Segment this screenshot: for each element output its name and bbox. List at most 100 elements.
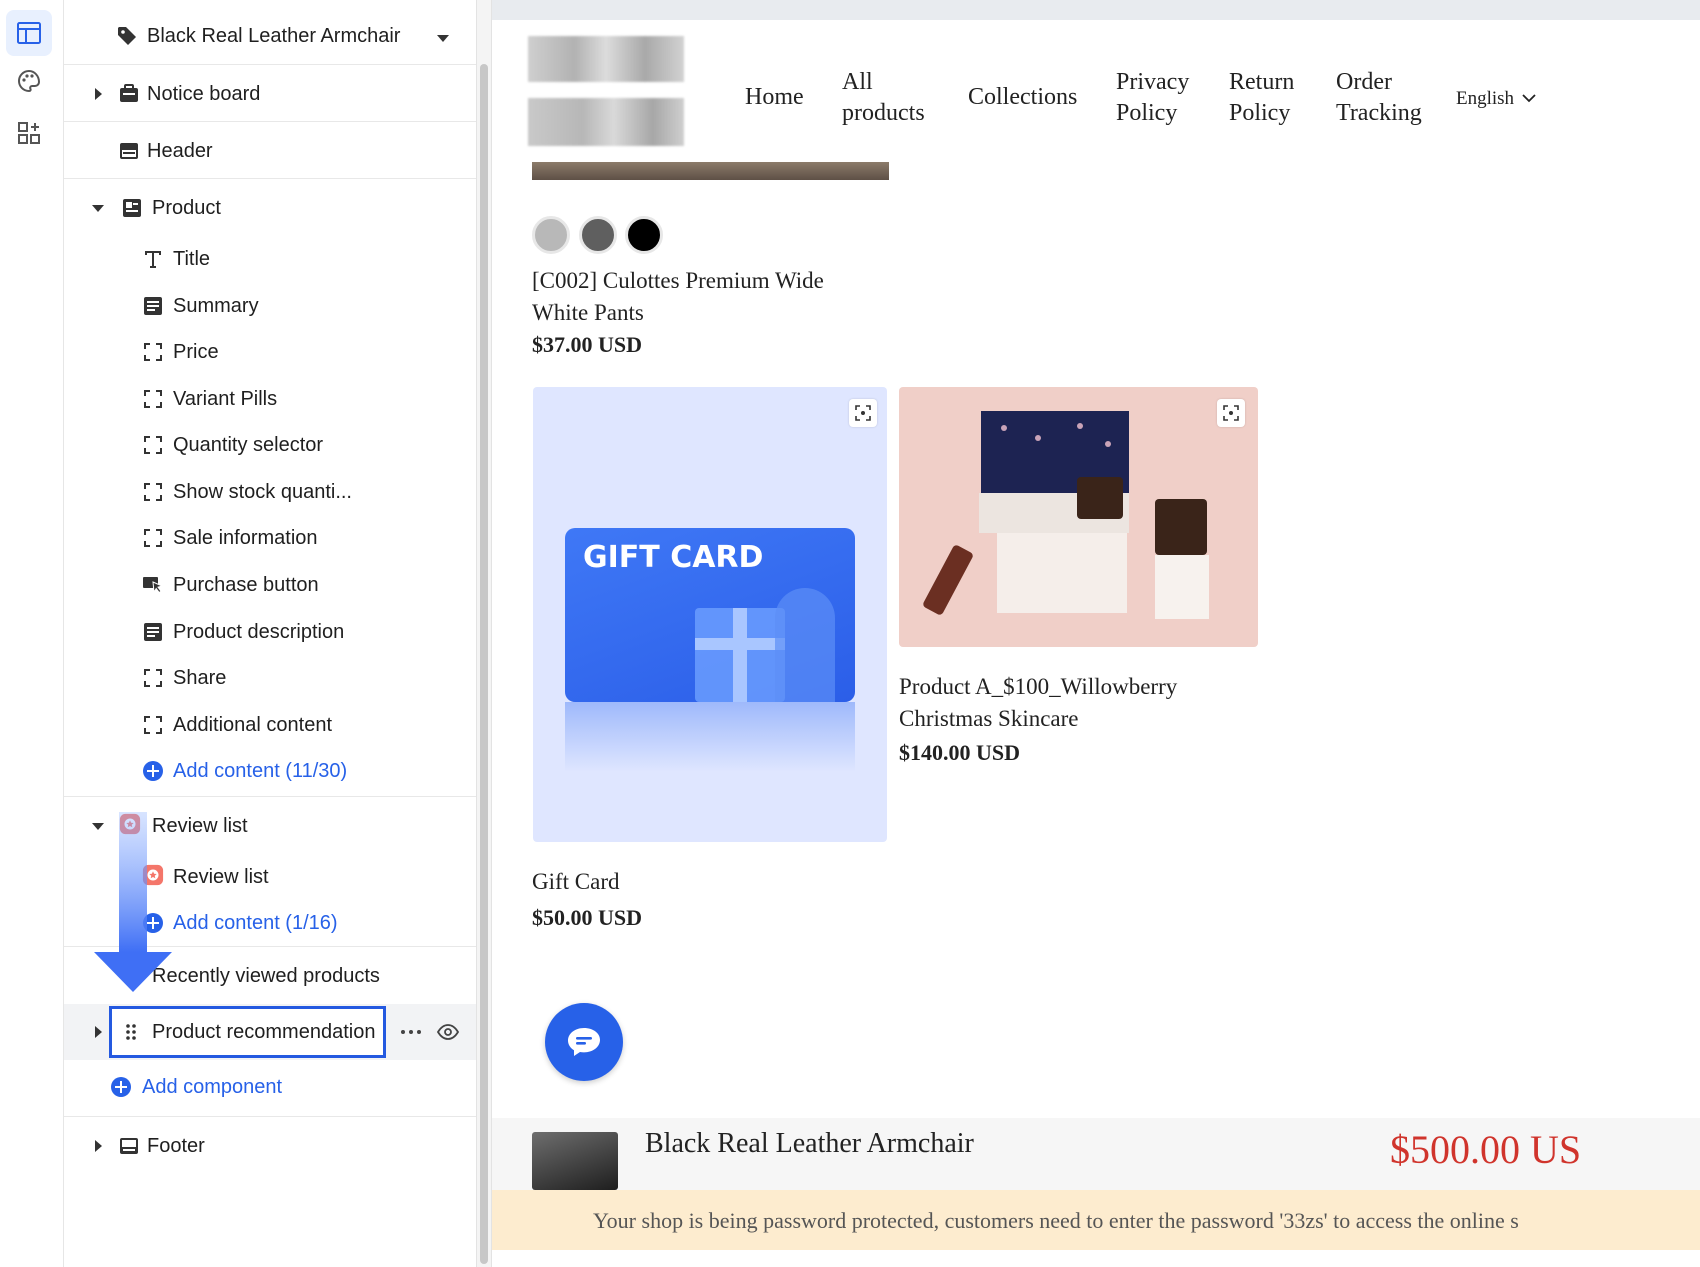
product-block-label: Price bbox=[173, 341, 219, 363]
product-block-label: Share bbox=[173, 667, 227, 689]
chevron-down-icon bbox=[1522, 94, 1536, 103]
store-logo-blurred[interactable] bbox=[528, 36, 684, 146]
color-swatch-light-gray[interactable] bbox=[532, 216, 570, 254]
section-product-recommendation[interactable]: Product recommendation bbox=[64, 1004, 476, 1060]
product-label: Product bbox=[152, 197, 221, 219]
box-stand-lower bbox=[997, 533, 1127, 613]
product-block-item[interactable]: Additional content bbox=[64, 702, 476, 748]
product-name[interactable]: Gift Card bbox=[532, 866, 620, 898]
layout-sections-icon[interactable] bbox=[6, 10, 52, 56]
nav-all-products-line2: products bbox=[842, 100, 925, 126]
left-rail bbox=[0, 0, 64, 1267]
product-block-label: Show stock quanti... bbox=[173, 481, 352, 503]
product-block-item[interactable]: Purchase button bbox=[64, 562, 476, 608]
language-label: English bbox=[1456, 88, 1515, 109]
notice-board-icon bbox=[118, 83, 140, 105]
product-block-item[interactable]: Share bbox=[64, 655, 476, 701]
product-block-item[interactable]: Variant Pills bbox=[64, 376, 476, 422]
product-block-label: Title bbox=[173, 248, 211, 270]
quick-view-zoom-icon[interactable] bbox=[849, 399, 877, 427]
more-options-icon[interactable] bbox=[399, 1021, 423, 1043]
nav-return-policy[interactable]: Return Policy bbox=[1229, 67, 1294, 129]
nav-collections[interactable]: Collections bbox=[968, 82, 1077, 113]
product-block-item[interactable]: Summary bbox=[64, 283, 476, 329]
section-footer[interactable]: Footer bbox=[64, 1118, 476, 1173]
add-content-product-button[interactable]: Add content (11/30) bbox=[64, 748, 476, 794]
product-selector-dropdown[interactable]: Black Real Leather Armchair bbox=[64, 8, 476, 64]
add-component-label: Add component bbox=[142, 1076, 283, 1098]
nav-order-line1: Order bbox=[1336, 69, 1392, 95]
product-name-line1: [C002] Culottes Premium Wide bbox=[532, 268, 824, 293]
product-name[interactable]: Product A_$100_Willowberry Christmas Ski… bbox=[899, 671, 1177, 735]
jar-box bbox=[1155, 555, 1209, 619]
theme-palette-icon[interactable] bbox=[6, 58, 52, 104]
product-block-item[interactable]: Sale information bbox=[64, 515, 476, 561]
visibility-eye-icon[interactable] bbox=[436, 1021, 460, 1043]
expand-caret-icon[interactable] bbox=[95, 88, 102, 100]
chevron-down-icon bbox=[437, 35, 449, 42]
gift-card-image-text: GIFT CARD bbox=[583, 540, 764, 575]
plus-circle-icon bbox=[110, 1076, 132, 1098]
sticky-product-thumbnail[interactable] bbox=[532, 1132, 618, 1190]
chat-bubble-icon bbox=[568, 1028, 600, 1056]
product-block-item[interactable]: Show stock quanti... bbox=[64, 469, 476, 515]
paragraph-icon bbox=[142, 295, 164, 317]
jar-1 bbox=[1077, 477, 1123, 519]
product-block-label: Additional content bbox=[173, 714, 333, 736]
product-name[interactable]: [C002] Culottes Premium Wide White Pants bbox=[532, 265, 824, 329]
product-block-label: Product description bbox=[173, 621, 345, 643]
block-bracket-icon bbox=[142, 388, 164, 410]
nav-all-products[interactable]: All products bbox=[842, 67, 925, 129]
collapse-caret-icon[interactable] bbox=[92, 205, 104, 212]
section-product[interactable]: Product bbox=[64, 180, 476, 235]
store-preview: Home All products Collections Privacy Po… bbox=[492, 0, 1700, 1267]
product-price: $140.00 USD bbox=[899, 740, 1021, 765]
section-header[interactable]: Header bbox=[64, 123, 476, 178]
skincare-product-image[interactable] bbox=[899, 387, 1258, 647]
product-block-label: Summary bbox=[173, 295, 259, 317]
jar-2 bbox=[1155, 499, 1207, 555]
section-notice-board[interactable]: Notice board bbox=[64, 66, 476, 121]
product-image-cropped[interactable] bbox=[532, 162, 889, 180]
review-list-block-label: Review list bbox=[173, 866, 269, 888]
nav-privacy-policy[interactable]: Privacy Policy bbox=[1116, 67, 1189, 129]
password-protection-banner: Your shop is being password protected, c… bbox=[492, 1190, 1700, 1250]
product-section-icon bbox=[121, 197, 143, 219]
add-content-label: Add content (1/16) bbox=[173, 912, 338, 934]
nav-order-tracking[interactable]: Order Tracking bbox=[1336, 67, 1422, 129]
product-recommendation-label: Product recommendation bbox=[152, 1021, 376, 1043]
product-block-label: Purchase button bbox=[173, 574, 319, 596]
gift-card-image[interactable]: GIFT CARD bbox=[533, 387, 887, 842]
nav-home[interactable]: Home bbox=[745, 82, 804, 113]
product-block-item[interactable]: Price bbox=[64, 329, 476, 375]
color-swatch-dark-gray[interactable] bbox=[579, 216, 617, 254]
quick-view-zoom-icon[interactable] bbox=[1217, 399, 1245, 427]
product-block-item[interactable]: Product description bbox=[64, 609, 476, 655]
notice-board-label: Notice board bbox=[147, 83, 261, 105]
recently-viewed-label: Recently viewed products bbox=[152, 965, 380, 987]
cursor-click-icon bbox=[142, 574, 164, 596]
panel-scrollbar-thumb[interactable] bbox=[480, 64, 488, 1264]
password-banner-text: Your shop is being password protected, c… bbox=[593, 1208, 1519, 1233]
gift-card-reflection bbox=[565, 702, 855, 772]
expand-caret-icon[interactable] bbox=[95, 1026, 102, 1038]
block-bracket-icon bbox=[142, 527, 164, 549]
product-block-item[interactable]: Title bbox=[64, 236, 476, 282]
serum-bottle bbox=[921, 543, 975, 617]
product-block-label: Quantity selector bbox=[173, 434, 324, 456]
block-bracket-icon bbox=[142, 341, 164, 363]
chat-button[interactable] bbox=[545, 1003, 623, 1081]
language-selector[interactable]: English bbox=[1456, 83, 1536, 114]
expand-caret-icon[interactable] bbox=[95, 1140, 102, 1152]
paragraph-icon bbox=[142, 621, 164, 643]
product-name-line2: White Pants bbox=[532, 300, 644, 325]
nav-privacy-line1: Privacy bbox=[1116, 69, 1190, 95]
block-bracket-icon bbox=[142, 714, 164, 736]
preview-top-strip bbox=[492, 0, 1700, 20]
drag-handle-icon[interactable] bbox=[120, 1021, 142, 1043]
add-component-button[interactable]: Add component bbox=[64, 1064, 476, 1110]
product-block-item[interactable]: Quantity selector bbox=[64, 422, 476, 468]
sticky-product-price: $500.00 US bbox=[1390, 1127, 1582, 1172]
color-swatch-black[interactable] bbox=[625, 216, 663, 254]
apps-grid-icon[interactable] bbox=[6, 110, 52, 156]
